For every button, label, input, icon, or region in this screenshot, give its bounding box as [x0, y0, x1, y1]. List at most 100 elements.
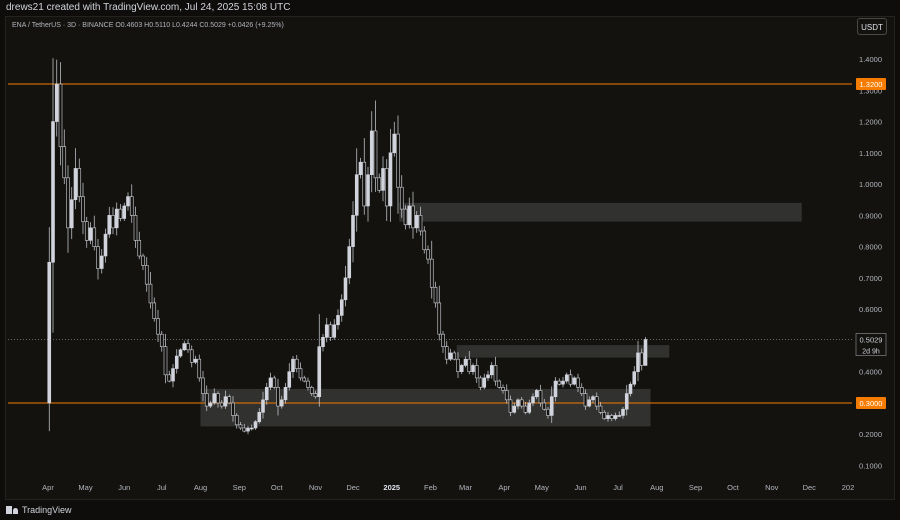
tradingview-logo[interactable]: TradingView [6, 504, 72, 516]
candle-body[interactable] [516, 399, 520, 407]
candle-body[interactable] [283, 387, 288, 401]
candle-body[interactable] [96, 246, 100, 269]
candle-body[interactable] [437, 302, 442, 335]
candle-body[interactable] [609, 415, 614, 419]
candle-body[interactable] [486, 374, 490, 379]
candle-body[interactable] [137, 240, 142, 257]
candle-body[interactable] [186, 343, 190, 351]
candle-body[interactable] [54, 83, 59, 122]
candle-body[interactable] [396, 133, 400, 188]
candle-body[interactable] [351, 215, 355, 247]
candle-body[interactable] [501, 387, 505, 391]
candle-body[interactable] [482, 377, 487, 388]
candle-body[interactable] [381, 168, 385, 191]
candle-body[interactable] [433, 286, 438, 304]
candle-body[interactable] [272, 377, 277, 388]
candle-body[interactable] [253, 421, 258, 429]
candle-body[interactable] [568, 374, 573, 385]
candle-body[interactable] [407, 205, 412, 226]
candle-body[interactable] [144, 265, 149, 285]
candle-body[interactable] [178, 349, 183, 357]
candle-body[interactable] [538, 390, 543, 404]
candle-body[interactable] [257, 412, 262, 423]
candle-body[interactable] [478, 377, 483, 388]
candle-body[interactable] [343, 277, 348, 301]
candle-body[interactable] [114, 208, 119, 229]
candle-body[interactable] [264, 387, 269, 401]
candle-body[interactable] [122, 205, 127, 219]
candle-body[interactable] [411, 205, 415, 229]
candle-body[interactable] [249, 427, 254, 430]
candle-body[interactable] [219, 402, 224, 407]
candle-body[interactable] [148, 283, 153, 304]
candle-body[interactable] [279, 399, 284, 407]
candle-body[interactable] [643, 339, 648, 366]
candle-body[interactable] [594, 396, 599, 407]
candle-body[interactable] [58, 83, 63, 147]
currency-button[interactable]: USDT [857, 18, 887, 35]
candle-body[interactable] [141, 255, 145, 266]
candle-body[interactable] [223, 396, 228, 407]
candle-body[interactable] [557, 380, 562, 385]
zone-box-0[interactable] [399, 202, 802, 222]
candle-body[interactable] [242, 427, 247, 432]
candle-body[interactable] [489, 365, 494, 376]
candle-body[interactable] [321, 336, 325, 347]
candle-body[interactable] [167, 374, 172, 382]
candle-body[interactable] [613, 415, 618, 419]
candle-body[interactable] [399, 186, 404, 210]
candle-body[interactable] [358, 161, 363, 176]
candle-body[interactable] [73, 168, 78, 201]
price-chart[interactable]: 1.40001.30001.20001.10001.00000.90000.80… [0, 0, 900, 520]
candle-body[interactable] [111, 215, 115, 229]
candle-body[interactable] [51, 121, 55, 263]
candle-body[interactable] [602, 412, 607, 419]
candle-body[interactable] [92, 227, 97, 247]
candle-body[interactable] [231, 402, 235, 416]
candle-body[interactable] [201, 377, 205, 394]
candle-body[interactable] [347, 246, 352, 279]
candle-body[interactable] [159, 333, 164, 347]
candle-body[interactable] [216, 393, 220, 404]
candle-body[interactable] [441, 333, 445, 347]
candle-body[interactable] [309, 387, 314, 394]
candle-body[interactable] [129, 196, 134, 216]
candle-body[interactable] [324, 324, 329, 338]
candle-body[interactable] [81, 196, 85, 222]
candle-body[interactable] [639, 352, 644, 366]
candle-body[interactable] [497, 380, 502, 388]
candle-body[interactable] [508, 399, 513, 413]
candle-body[interactable] [99, 255, 104, 269]
candle-body[interactable] [66, 177, 70, 229]
candle-body[interactable] [576, 377, 580, 388]
candle-body[interactable] [212, 393, 217, 404]
candle-body[interactable] [504, 390, 509, 401]
candle-body[interactable] [493, 365, 498, 382]
candle-body[interactable] [512, 405, 517, 413]
candle-body[interactable] [369, 130, 374, 176]
candle-body[interactable] [317, 346, 322, 398]
candle-body[interactable] [628, 383, 633, 394]
candle-body[interactable] [632, 371, 637, 385]
candle-body[interactable] [572, 377, 577, 385]
candle-body[interactable] [471, 365, 475, 372]
candle-body[interactable] [564, 374, 569, 382]
candle-body[interactable] [414, 215, 419, 229]
candle-body[interactable] [261, 399, 265, 413]
candle-body[interactable] [163, 346, 168, 376]
candle-body[interactable] [561, 380, 565, 385]
candle-body[interactable] [171, 368, 175, 382]
candle-body[interactable] [234, 415, 239, 426]
candle-body[interactable] [174, 355, 179, 369]
candle-body[interactable] [463, 358, 468, 366]
candle-body[interactable] [302, 377, 307, 382]
candle-body[interactable] [336, 315, 340, 326]
candle-body[interactable] [579, 387, 584, 394]
candle-body[interactable] [429, 258, 434, 288]
candle-body[interactable] [332, 324, 337, 338]
candle-body[interactable] [636, 352, 640, 372]
candle-body[interactable] [294, 358, 299, 369]
candle-body[interactable] [197, 358, 202, 379]
candle-body[interactable] [373, 130, 378, 179]
candle-body[interactable] [519, 399, 524, 407]
